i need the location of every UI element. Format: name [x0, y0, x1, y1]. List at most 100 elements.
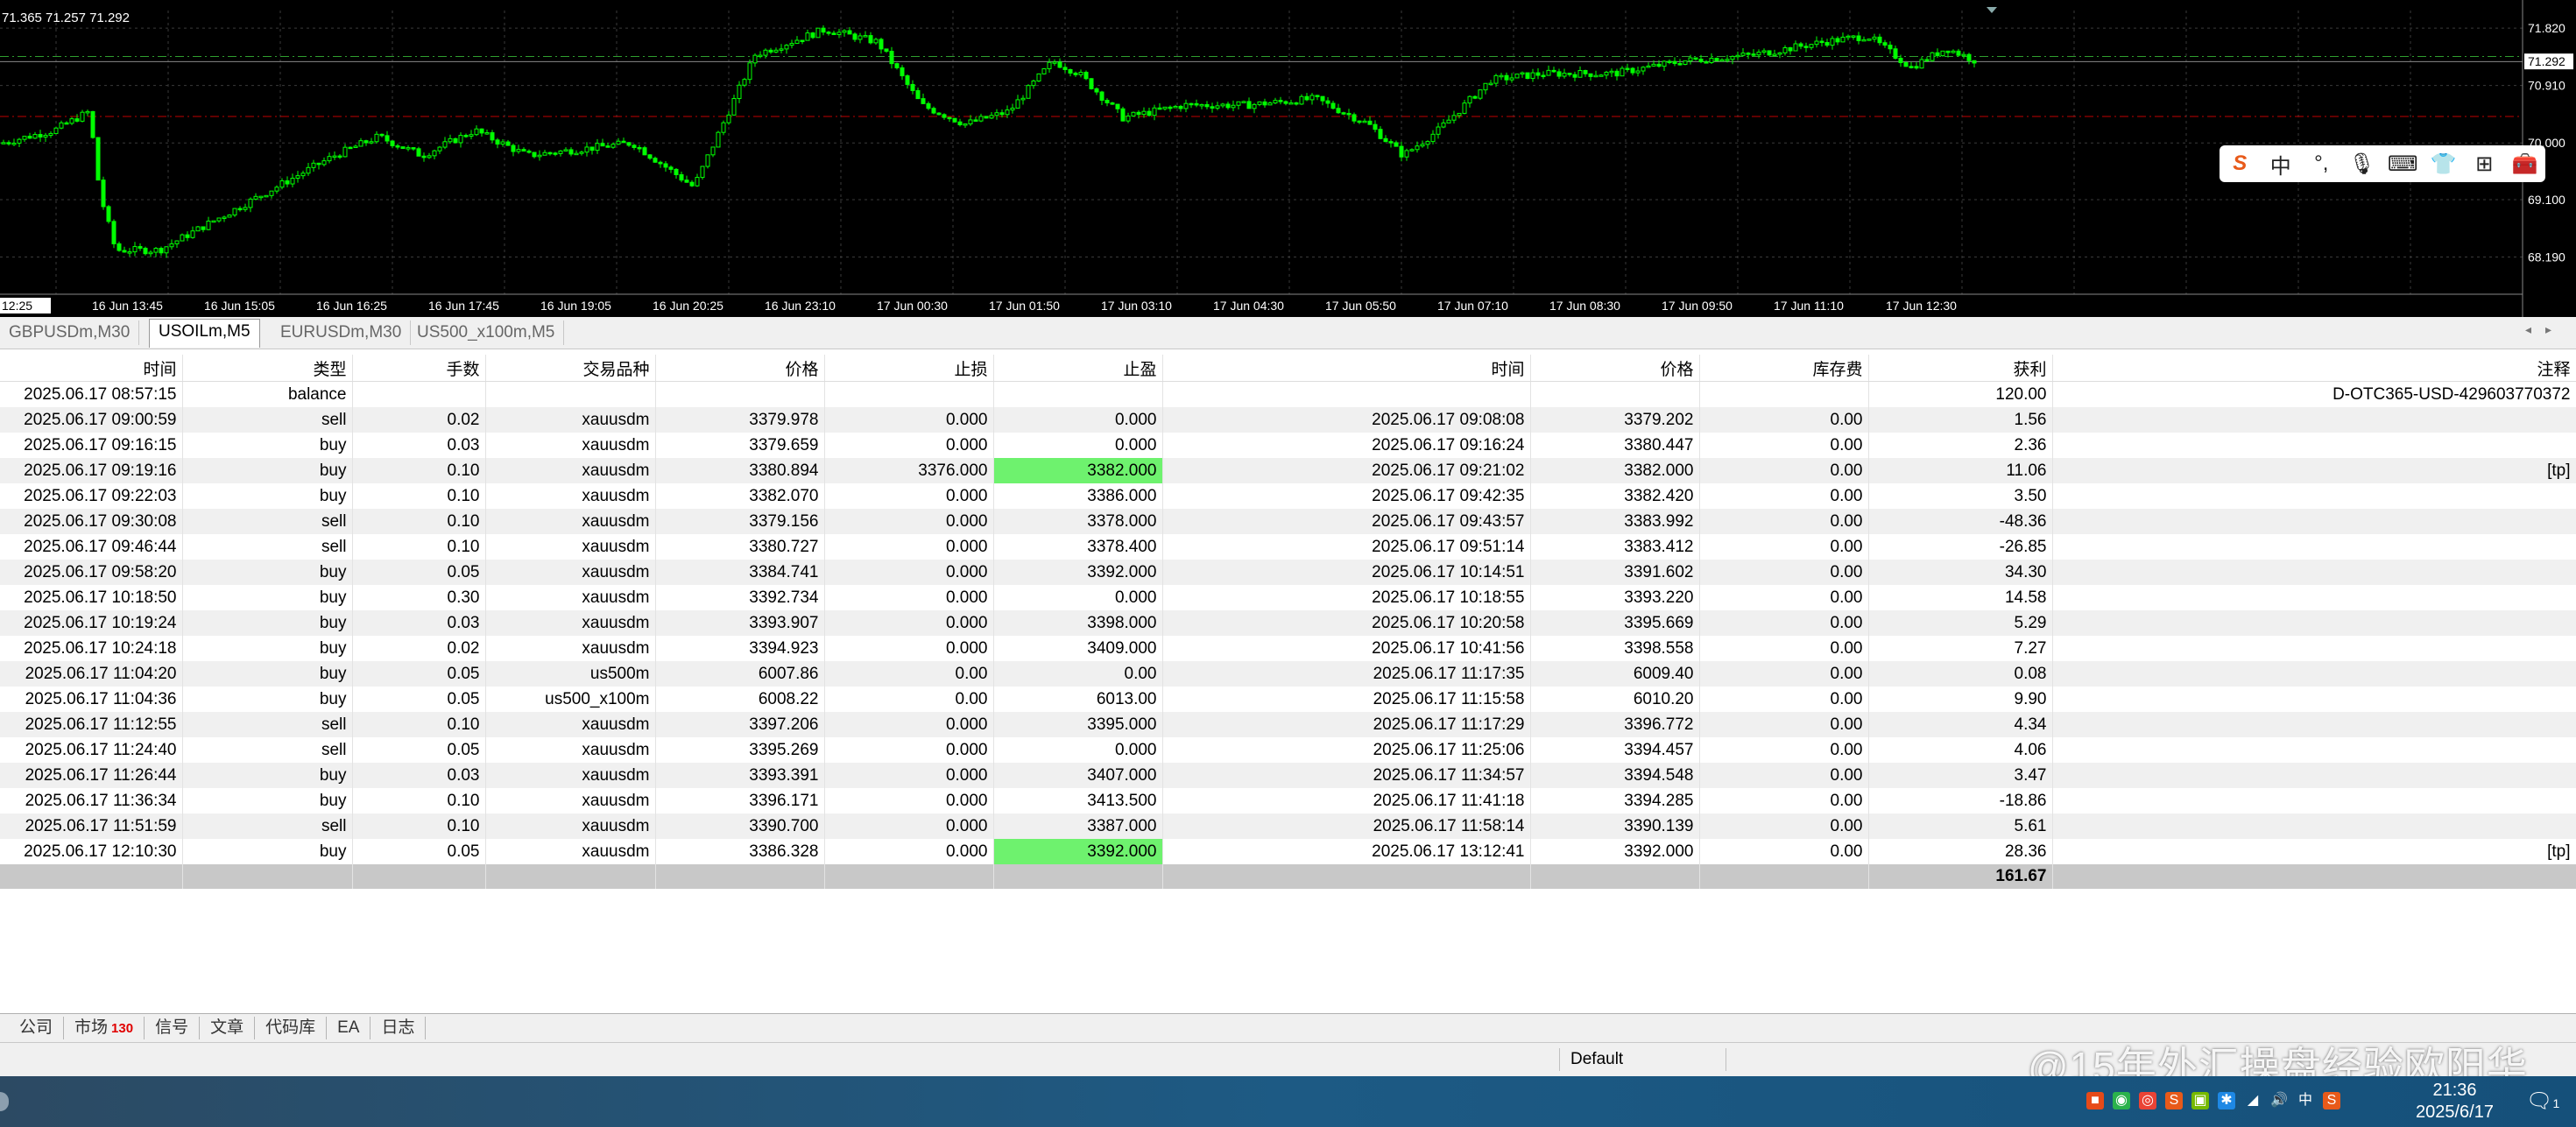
table-row[interactable]: 2025.06.17 11:51:59 sell 0.10 xauusdm 3390.7…	[0, 814, 2576, 839]
chrome-icon[interactable]: ◎	[2139, 1092, 2156, 1109]
table-row[interactable]: 2025.06.17 09:46:44 sell 0.10 xauusdm 3380.7…	[0, 534, 2576, 560]
table-row[interactable]: 2025.06.17 09:00:59 sell 0.02 xauusdm 3379.9…	[0, 407, 2576, 433]
candle-body	[905, 75, 910, 85]
terminal-tab[interactable]: 日志	[371, 1017, 427, 1039]
table-row[interactable]: 2025.06.17 09:22:03 buy 0.10 xauusdm 3382.07…	[0, 483, 2576, 509]
column-header[interactable]: 时间	[0, 355, 183, 382]
grid-icon[interactable]: ⊞	[2467, 151, 2501, 177]
shift-marker-icon	[1987, 7, 1997, 13]
sogou-icon[interactable]: S	[2165, 1092, 2183, 1109]
table-row[interactable]: 2025.06.17 11:12:55 sell 0.10 xauusdm 3397.2…	[0, 712, 2576, 737]
chart-canvas[interactable]: 71.82071.29270.91070.00069.10068.19012:2…	[0, 0, 2576, 317]
candle-body	[1809, 44, 1814, 48]
column-header[interactable]: 止损	[824, 355, 994, 382]
table-row[interactable]: 2025.06.17 11:36:34 buy 0.10 xauusdm 3396.17…	[0, 788, 2576, 814]
table-row[interactable]: 2025.06.17 11:24:40 sell 0.05 xauusdm 3395.2…	[0, 737, 2576, 763]
table-row[interactable]: 2025.06.17 10:18:50 buy 0.30 xauusdm 3392.73…	[0, 585, 2576, 610]
candle-body	[216, 217, 222, 222]
volume-icon[interactable]: 🔊	[2270, 1092, 2288, 1109]
table-row[interactable]: 2025.06.17 09:30:08 sell 0.10 xauusdm 3379.1…	[0, 509, 2576, 534]
column-header[interactable]: 类型	[182, 355, 353, 382]
table-row[interactable]: 2025.06.17 08:57:15 balance 120.00 D-OTC365…	[0, 381, 2576, 407]
punctuation-icon[interactable]: °,	[2304, 151, 2338, 176]
time-axis-label: 16 Jun 17:45	[428, 299, 499, 313]
candle-body	[1231, 104, 1236, 109]
chart-tab-usoil[interactable]: USOILm,M5	[149, 319, 260, 348]
table-row[interactable]: 2025.06.17 09:58:20 buy 0.05 xauusdm 3384.74…	[0, 560, 2576, 585]
table-row[interactable]: 2025.06.17 12:10:30 buy 0.05 xauusdm 3386.32…	[0, 839, 2576, 864]
price-chart[interactable]: 71.820 71.292 70.910 70.000 69.100 68.190 12:2…	[0, 0, 2576, 317]
table-cell: 3376.000	[824, 458, 994, 483]
table-row[interactable]: 2025.06.17 11:26:44 buy 0.03 xauusdm 3393.39…	[0, 763, 2576, 788]
total-cell	[824, 864, 994, 889]
candle-body	[1451, 115, 1457, 121]
column-header[interactable]: 获利	[1868, 355, 2053, 382]
total-cell	[1530, 864, 1700, 889]
microphone-icon[interactable]: 🎙	[2346, 151, 2379, 177]
profile-name[interactable]: Default	[1559, 1048, 1737, 1071]
start-button-edge[interactable]	[0, 1092, 9, 1111]
skin-icon[interactable]: 👕	[2427, 151, 2460, 177]
toolbox-icon[interactable]: 🧰	[2509, 151, 2542, 177]
chart-tab-eurusd[interactable]: EURUSDm,M30	[272, 320, 412, 345]
table-row[interactable]: 2025.06.17 11:04:20 buy 0.05 us500m 6007.86 0…	[0, 661, 2576, 687]
candle-body	[332, 155, 337, 158]
candle-body	[1893, 48, 1898, 60]
table-cell: 0.02	[352, 636, 486, 661]
keyboard-icon[interactable]: ⌨	[2386, 151, 2419, 177]
table-row[interactable]: 2025.06.17 09:16:15 buy 0.03 xauusdm 3379.65…	[0, 433, 2576, 458]
column-header[interactable]: 时间	[1162, 355, 1531, 382]
bluetooth-icon[interactable]: ✱	[2218, 1092, 2235, 1109]
candle-body	[1577, 69, 1583, 78]
table-row[interactable]: 2025.06.17 10:24:18 buy 0.02 xauusdm 3394.92…	[0, 636, 2576, 661]
terminal-tab[interactable]: 市场 130	[64, 1017, 145, 1039]
candle-body	[1877, 36, 1882, 44]
table-cell: 2025.06.17 11:12:55	[0, 712, 183, 737]
wechat-icon[interactable]: ◉	[2113, 1092, 2130, 1109]
terminal-tab[interactable]: 文章	[200, 1017, 256, 1039]
chart-tab-us500[interactable]: US500_x100m,M5	[408, 320, 565, 345]
table-row[interactable]: 2025.06.17 09:19:16 buy 0.10 xauusdm 3380.89…	[0, 458, 2576, 483]
table-cell	[2052, 763, 2576, 788]
terminal-tab[interactable]: 公司	[9, 1017, 65, 1039]
candle-body	[448, 137, 453, 143]
column-header[interactable]: 价格	[655, 355, 825, 382]
nvidia-icon[interactable]: ▣	[2191, 1092, 2209, 1109]
table-cell: 0.05	[352, 661, 486, 687]
terminal-tab[interactable]: 代码库	[255, 1017, 328, 1039]
column-header[interactable]: 手数	[352, 355, 486, 382]
table-cell: sell	[182, 407, 353, 433]
taskbar-clock[interactable]: 21:36 2025/6/17	[2416, 1080, 2494, 1123]
sogou-logo-icon[interactable]: S	[2223, 151, 2256, 176]
table-cell	[2052, 483, 2576, 509]
network-icon[interactable]: ◢	[2244, 1092, 2262, 1109]
table-cell: balance	[182, 381, 353, 407]
column-header[interactable]: 价格	[1530, 355, 1700, 382]
terminal-tab[interactable]: 信号	[145, 1017, 201, 1039]
table-cell: 0.05	[352, 737, 486, 763]
candle-body	[1210, 106, 1215, 109]
ime-toolbar[interactable]: S 中 °, 🎙 ⌨ 👕 ⊞ 🧰	[2220, 145, 2545, 182]
chinese-mode-icon[interactable]: 中	[2264, 149, 2297, 180]
table-cell: xauusdm	[485, 737, 656, 763]
column-header[interactable]: 注释	[2052, 355, 2576, 382]
column-header[interactable]: 交易品种	[485, 355, 656, 382]
terminal-tab[interactable]: EA	[327, 1017, 371, 1039]
chart-tab-gbpusd[interactable]: GBPUSDm,M30	[0, 320, 140, 345]
app-icon[interactable]: ■	[2086, 1092, 2104, 1109]
ime-chinese-icon[interactable]: 中	[2297, 1092, 2314, 1109]
column-header[interactable]: 库存费	[1699, 355, 1869, 382]
column-header[interactable]: 止盈	[993, 355, 1163, 382]
notification-center-icon[interactable]: 🗨1	[2526, 1088, 2559, 1114]
candle-body	[53, 127, 59, 134]
candle-body	[269, 190, 274, 196]
table-row[interactable]: 2025.06.17 11:04:36 buy 0.05 us500_x100m 600…	[0, 687, 2576, 712]
candle-body	[1362, 120, 1367, 123]
table-cell: xauusdm	[485, 534, 656, 560]
table-cell: 0.05	[352, 560, 486, 585]
tab-scroll-arrows[interactable]: ◂▸	[2525, 322, 2565, 337]
sogou-tray-icon[interactable]: S	[2323, 1092, 2340, 1109]
table-cell: 3390.700	[655, 814, 825, 839]
table-row[interactable]: 2025.06.17 10:19:24 buy 0.03 xauusdm 3393.90…	[0, 610, 2576, 636]
candle-body	[222, 216, 227, 219]
